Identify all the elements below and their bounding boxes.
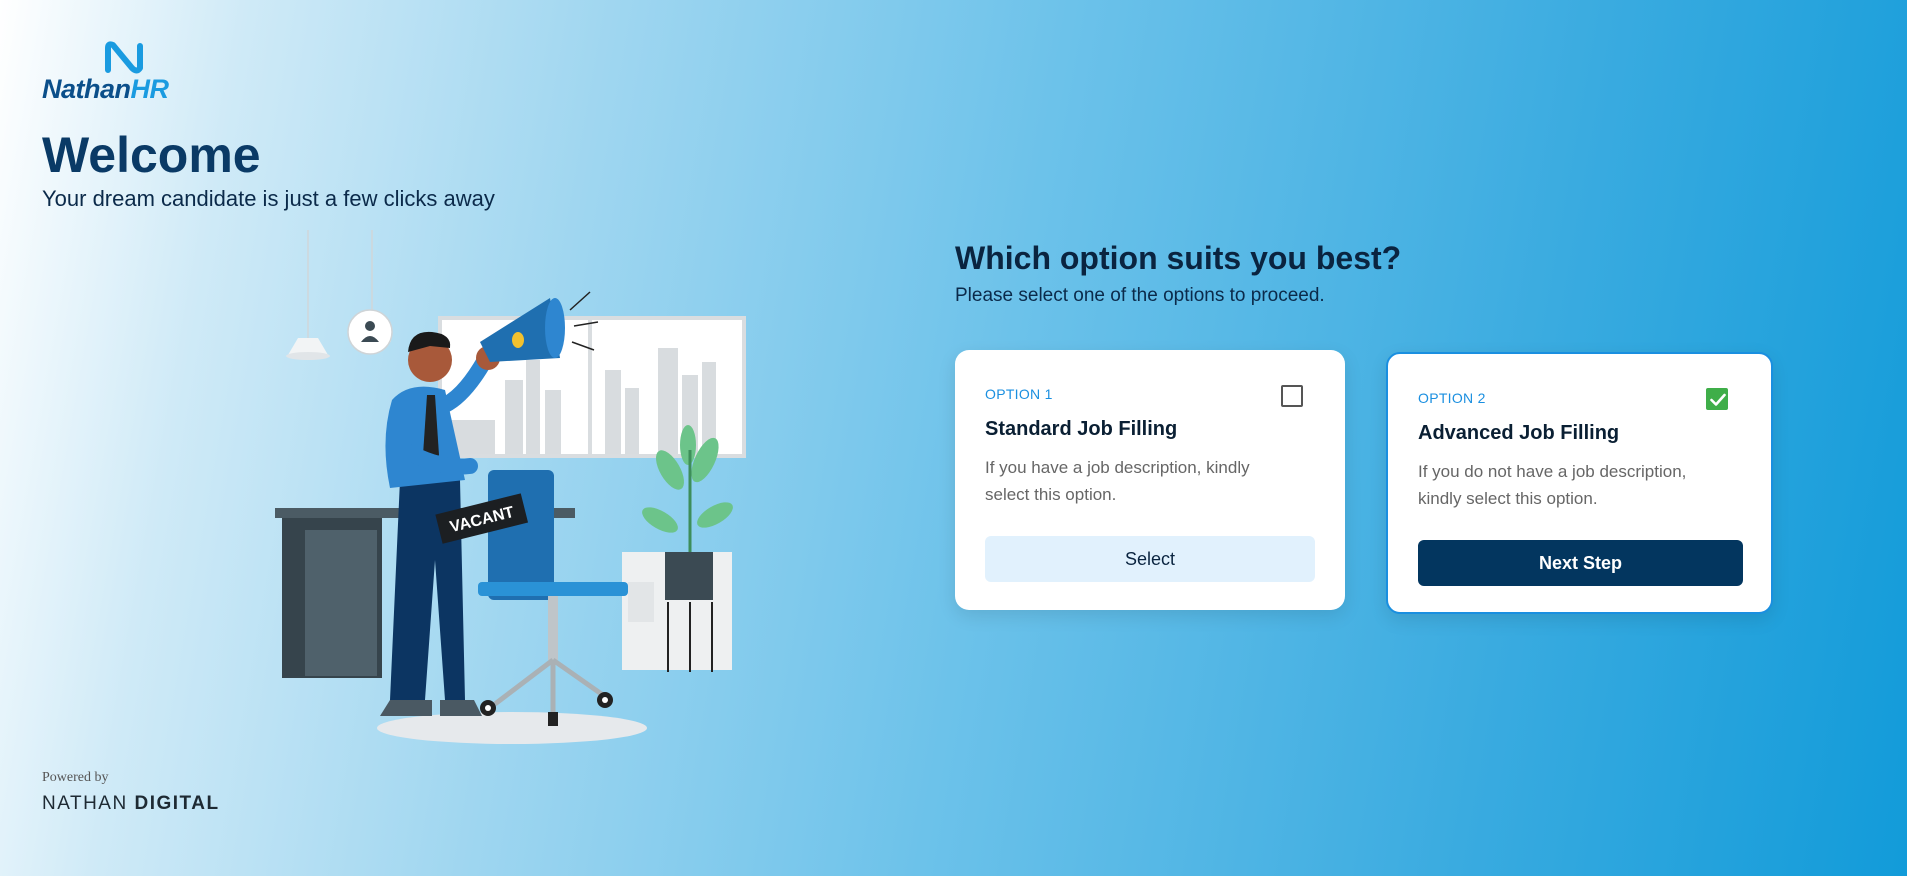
select-button[interactable]: Select bbox=[985, 536, 1315, 582]
option-card-standard[interactable]: OPTION 1 Standard Job Filling If you hav… bbox=[955, 350, 1345, 610]
hiring-illustration: VACANT bbox=[275, 230, 746, 744]
page-subtitle: Your dream candidate is just a few click… bbox=[42, 186, 495, 211]
option-title: Standard Job Filling bbox=[985, 418, 1178, 440]
nd-logo-part2: DIGITAL bbox=[134, 793, 220, 814]
option-description: If you do not have a job description, ki… bbox=[1418, 462, 1687, 508]
logo-text-nathan: Nathan bbox=[42, 74, 131, 104]
selection-question: Which option suits you best? bbox=[955, 240, 1402, 276]
option-tag: OPTION 2 bbox=[1418, 390, 1486, 406]
next-step-button[interactable]: Next Step bbox=[1418, 540, 1743, 586]
selection-instruction: Please select one of the options to proc… bbox=[955, 285, 1325, 306]
option-tag: OPTION 1 bbox=[985, 386, 1053, 402]
nathan-digital-logo: NATHAN DIGITAL bbox=[42, 793, 220, 815]
option-checkbox-checked[interactable] bbox=[1706, 388, 1728, 410]
nd-logo-part1: NATHAN bbox=[42, 793, 135, 814]
option-description: If you have a job description, kindly se… bbox=[985, 458, 1250, 504]
logo-text-hr: HR bbox=[130, 74, 170, 104]
logo-wordmark: NathanHR bbox=[42, 74, 169, 105]
option-card-advanced[interactable]: OPTION 2 Advanced Job Filling If you do … bbox=[1386, 352, 1773, 614]
option-title: Advanced Job Filling bbox=[1418, 422, 1620, 444]
logo-mark-icon bbox=[105, 41, 143, 74]
checkmark-icon bbox=[1710, 393, 1726, 406]
nathan-hr-logo: NathanHR bbox=[42, 40, 192, 106]
page-title: Welcome bbox=[42, 127, 261, 183]
powered-by-label: Powered by bbox=[42, 770, 109, 785]
option-checkbox[interactable] bbox=[1281, 385, 1303, 407]
